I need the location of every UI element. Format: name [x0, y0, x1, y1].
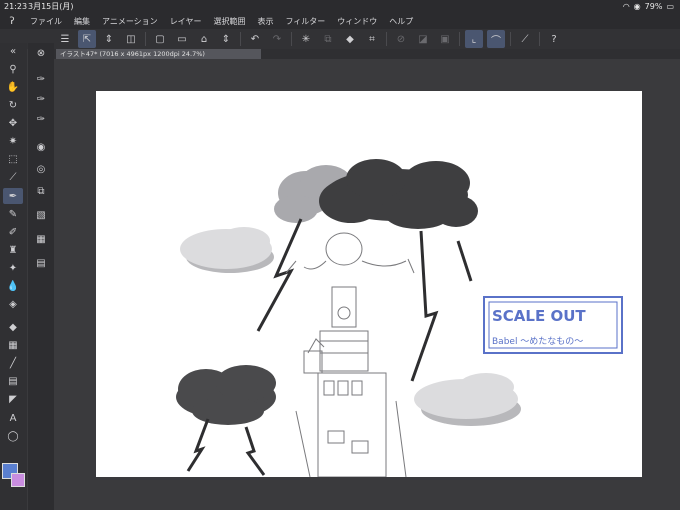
zoom-icon[interactable]: ⚲	[3, 61, 23, 77]
frame-border-icon[interactable]: ▤	[3, 373, 23, 389]
move-icon[interactable]: ✥	[3, 115, 23, 131]
document-tab[interactable]: イラスト47* (7016 x 4961px 1200dpi 24.7%)	[56, 49, 261, 59]
hamburger-menu-icon[interactable]: ☰	[56, 30, 74, 48]
decoration-icon[interactable]: ✦	[3, 260, 23, 276]
dark-cloud-left	[176, 365, 276, 425]
toggle-panel-icon[interactable]: «	[3, 43, 23, 59]
companion-mode-icon[interactable]: ◫	[122, 30, 140, 48]
clear-selection-icon[interactable]: ⊘	[392, 30, 410, 48]
brush-icon[interactable]: ✐	[3, 224, 23, 240]
navigator-icon[interactable]: ▦	[31, 231, 51, 247]
artwork: SCALE OUT Babel ～めたなもの～	[176, 159, 623, 477]
pen-subtool-icon[interactable]: ✑	[31, 91, 51, 107]
invert-selection-icon[interactable]: ◪	[414, 30, 432, 48]
menu-animation[interactable]: アニメーション	[96, 16, 164, 27]
menu-window[interactable]: ウィンドウ	[331, 16, 383, 27]
pen-subtool-icon[interactable]: ✑	[31, 71, 51, 87]
magic-wand-icon[interactable]: ✷	[3, 133, 23, 149]
fill-bucket-icon[interactable]: ◆	[341, 30, 359, 48]
brush-size-icon[interactable]: ◉	[31, 139, 51, 155]
color-wheel-icon[interactable]: ◎	[31, 161, 51, 177]
material-icon[interactable]: ▧	[31, 207, 51, 223]
sub-color-swatch[interactable]	[11, 473, 25, 487]
sub-tool-palette: ⊗ ✑ ✑ ✑ ◉ ◎ ⧉ ▧ ▦ ▤	[28, 43, 54, 510]
orientation-lock-icon: ◉	[633, 2, 641, 11]
menu-view[interactable]: 表示	[251, 16, 279, 27]
title-logo: SCALE OUT Babel ～めたなもの～	[483, 296, 623, 354]
menu-file[interactable]: ファイル	[24, 16, 68, 27]
menu-help[interactable]: ヘルプ	[383, 16, 419, 27]
hand-icon[interactable]: ✋	[3, 79, 23, 95]
balloon-icon[interactable]: ◯	[3, 428, 23, 444]
save-icon[interactable]: ⌂	[195, 30, 213, 48]
close-icon[interactable]: ⊗	[31, 45, 51, 61]
menu-selection[interactable]: 選択範囲	[207, 16, 251, 27]
perspective-ruler-icon[interactable]: ⟋	[516, 30, 534, 48]
logo-title-text: SCALE OUT	[492, 307, 586, 325]
menu-bar: ʔ ファイル 編集 アニメーション レイヤー 選択範囲 表示 フィルター ウィン…	[0, 13, 680, 29]
tower-sketch	[285, 232, 415, 477]
open-folder-icon[interactable]: ▭	[173, 30, 191, 48]
battery-icon: ▭	[666, 2, 674, 11]
app-logo-icon[interactable]: ʔ	[0, 16, 24, 27]
airbrush-icon[interactable]: ♜	[3, 242, 23, 258]
menu-edit[interactable]: 編集	[68, 16, 96, 27]
drawing-canvas[interactable]: SCALE OUT Babel ～めたなもの～	[96, 91, 642, 477]
chevron-updown-icon[interactable]: ⇕	[100, 30, 118, 48]
eraser-icon[interactable]: ◈	[3, 296, 23, 312]
ruler-snap-icon[interactable]: ⌞	[465, 30, 483, 48]
document-tab-bar: イラスト47* (7016 x 4961px 1200dpi 24.7%)	[54, 49, 680, 59]
rotate-icon[interactable]: ↻	[3, 97, 23, 113]
help-icon[interactable]: ?	[545, 30, 563, 48]
snap-curve-icon[interactable]: ⌒	[487, 30, 505, 48]
pencil-icon[interactable]: ✎	[3, 206, 23, 222]
tool-property-icon[interactable]: ▤	[31, 255, 51, 271]
menu-filter[interactable]: フィルター	[279, 16, 331, 27]
layers-icon[interactable]: ⧉	[31, 183, 51, 199]
status-date: 3月15日(月)	[28, 2, 74, 11]
wifi-icon: ◠	[622, 2, 630, 11]
undo-icon[interactable]: ↶	[246, 30, 264, 48]
pen-icon[interactable]: ✒	[3, 188, 23, 204]
chevron-updown-icon[interactable]: ⇕	[217, 30, 235, 48]
light-cloud-right	[414, 373, 521, 426]
selection-frame-icon[interactable]: ▣	[436, 30, 454, 48]
eyedropper-icon[interactable]: ⟋	[3, 169, 23, 185]
balloon-tail-icon[interactable]: ◤	[3, 391, 23, 407]
text-icon[interactable]: A	[3, 410, 23, 426]
marquee-icon[interactable]: ⬚	[3, 151, 23, 167]
tool-palette: « ⚲ ✋ ↻ ✥ ✷ ⬚ ⟋ ✒ ✎ ✐ ♜ ✦ 💧 ◈ ◆ ▦ ╱ ▤ ◤ …	[0, 43, 27, 510]
new-file-icon[interactable]: ▢	[151, 30, 169, 48]
loading-spinner-icon[interactable]: ✳	[297, 30, 315, 48]
light-cloud-left	[180, 227, 274, 273]
menu-layer[interactable]: レイヤー	[164, 16, 208, 27]
fill-icon[interactable]: ◆	[3, 319, 23, 335]
copy-icon[interactable]: ⧉	[319, 30, 337, 48]
gradient-icon[interactable]: ▦	[3, 337, 23, 353]
status-time: 21:23	[4, 2, 28, 11]
command-bar: ☰ ⇱ ⇕ ◫ ▢ ▭ ⌂ ⇕ ↶ ↷ ✳ ⧉ ◆ ⌗ ⊘ ◪ ▣ ⌞ ⌒ ⟋ …	[0, 29, 680, 49]
crop-icon[interactable]: ⌗	[363, 30, 381, 48]
redo-icon[interactable]: ↷	[268, 30, 286, 48]
line-figure-icon[interactable]: ╱	[3, 355, 23, 371]
status-bar: 21:23 3月15日(月) ◠ ◉ 79% ▭	[0, 0, 680, 13]
blend-icon[interactable]: 💧	[3, 278, 23, 294]
pen-subtool-icon[interactable]: ✑	[31, 111, 51, 127]
logo-subtitle-text: Babel ～めたなもの～	[492, 336, 583, 347]
battery-level: 79%	[644, 2, 663, 11]
quick-access-icon[interactable]: ⇱	[78, 30, 96, 48]
